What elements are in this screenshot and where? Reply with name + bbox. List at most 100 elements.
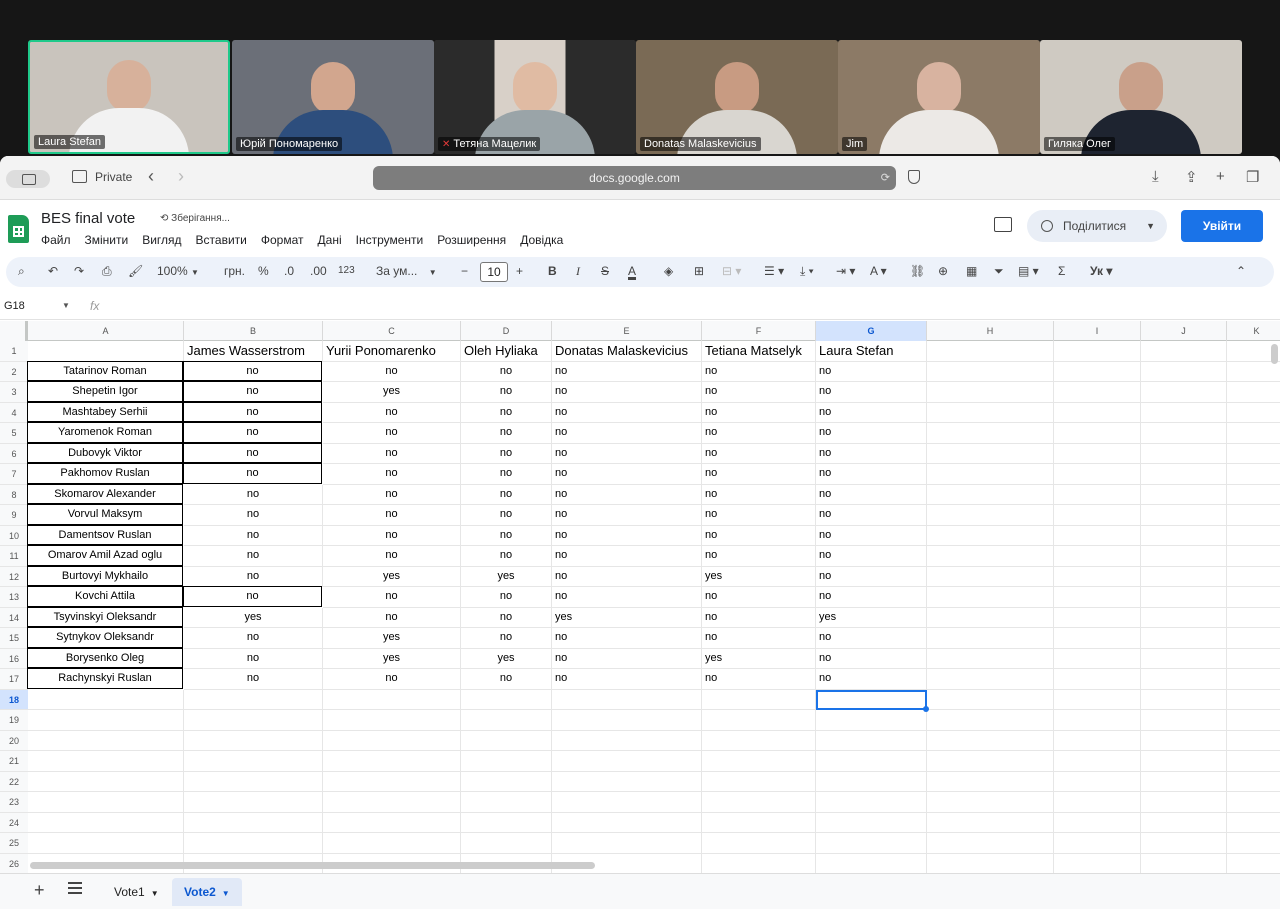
- grid-cell[interactable]: [1141, 443, 1227, 464]
- grid-cell[interactable]: [1141, 792, 1227, 813]
- row-header[interactable]: 14: [0, 607, 28, 628]
- grid-cell[interactable]: [184, 710, 323, 731]
- row-header[interactable]: 7: [0, 464, 28, 485]
- grid-cell[interactable]: [1141, 361, 1227, 382]
- vote-cell[interactable]: no: [702, 607, 816, 628]
- text-wrap-icon[interactable]: ⇥ ▾: [836, 264, 855, 278]
- vote-cell[interactable]: no: [461, 443, 552, 464]
- vote-cell[interactable]: no: [702, 443, 816, 464]
- new-tab-icon[interactable]: +: [1216, 168, 1225, 185]
- italic-icon[interactable]: I: [576, 264, 580, 279]
- grid-cell[interactable]: [702, 792, 816, 813]
- grid-cell[interactable]: [461, 792, 552, 813]
- grid-cell[interactable]: [927, 443, 1054, 464]
- grid-cell[interactable]: [927, 505, 1054, 526]
- grid-cell[interactable]: [1227, 526, 1280, 546]
- grid-cell[interactable]: [552, 812, 702, 833]
- doc-title[interactable]: BES final vote: [41, 210, 135, 227]
- vote-cell[interactable]: no: [702, 587, 816, 608]
- print-icon[interactable]: ⎙: [102, 264, 112, 279]
- vote-cell[interactable]: no: [816, 505, 927, 526]
- grid-cell[interactable]: [1054, 648, 1141, 669]
- vote-cell[interactable]: no: [183, 463, 322, 484]
- grid-cell[interactable]: [1054, 792, 1141, 813]
- grid-cell[interactable]: [927, 730, 1054, 751]
- grid-cell[interactable]: [816, 689, 927, 710]
- select-all-corner[interactable]: [0, 321, 28, 341]
- vote-cell[interactable]: no: [816, 669, 927, 690]
- vote-cell[interactable]: no: [323, 464, 461, 485]
- grid-cell[interactable]: [1054, 382, 1141, 403]
- horizontal-scrollbar[interactable]: [30, 862, 595, 869]
- vote-cell[interactable]: no: [323, 443, 461, 464]
- input-tools-icon[interactable]: Ук ▾: [1090, 264, 1112, 278]
- vote-cell[interactable]: no: [816, 628, 927, 649]
- vote-cell[interactable]: no: [184, 525, 323, 546]
- chevron-down-icon[interactable]: ▼: [62, 301, 70, 310]
- grid-cell[interactable]: [927, 382, 1054, 403]
- candidate-name-cell[interactable]: Yaromenok Roman: [27, 422, 183, 443]
- row-header[interactable]: 8: [0, 484, 28, 505]
- vote-cell[interactable]: no: [184, 628, 323, 649]
- vote-cell[interactable]: no: [552, 505, 702, 526]
- vote-cell[interactable]: no: [183, 360, 322, 381]
- strikethrough-icon[interactable]: S: [601, 264, 609, 278]
- vote-cell[interactable]: no: [461, 361, 552, 382]
- row-header[interactable]: 3: [0, 382, 28, 403]
- vote-cell[interactable]: no: [552, 443, 702, 464]
- row-header[interactable]: 21: [0, 751, 28, 772]
- vote-cell[interactable]: no: [816, 587, 927, 608]
- vote-cell[interactable]: yes: [702, 648, 816, 669]
- candidate-name-cell[interactable]: Rachynskyi Ruslan: [27, 668, 183, 689]
- vote-cell[interactable]: no: [702, 402, 816, 423]
- currency-format-button[interactable]: грн.: [224, 264, 245, 278]
- grid-cell[interactable]: [461, 751, 552, 772]
- vote-cell[interactable]: yes: [323, 628, 461, 649]
- vote-cell[interactable]: no: [183, 586, 322, 607]
- grid-cell[interactable]: [1227, 669, 1280, 690]
- candidate-name-cell[interactable]: Damentsov Ruslan: [27, 524, 183, 545]
- grid-cell[interactable]: [1141, 587, 1227, 608]
- grid-cell[interactable]: [1141, 853, 1227, 873]
- grid-cell[interactable]: [461, 771, 552, 792]
- video-tile[interactable]: Гиляка Олег: [1040, 40, 1242, 154]
- candidate-name-cell[interactable]: Tsyvinskyi Oleksandr: [27, 606, 183, 627]
- row-header[interactable]: 4: [0, 402, 28, 423]
- grid-cell[interactable]: [552, 689, 702, 710]
- grid-cell[interactable]: [1054, 443, 1141, 464]
- text-color-icon[interactable]: A: [628, 264, 636, 278]
- vote-cell[interactable]: no: [816, 443, 927, 464]
- grid-cell[interactable]: [1054, 669, 1141, 690]
- vote-cell[interactable]: no: [323, 587, 461, 608]
- column-header[interactable]: I: [1054, 321, 1141, 341]
- row-header[interactable]: 15: [0, 628, 28, 649]
- column-title-cell[interactable]: James Wasserstrom: [184, 341, 323, 362]
- functions-icon[interactable]: Σ: [1058, 264, 1065, 278]
- vote-cell[interactable]: no: [183, 422, 322, 443]
- all-sheets-icon[interactable]: [68, 882, 82, 894]
- vertical-align-icon[interactable]: ⤓ ▾: [800, 264, 814, 279]
- grid-cell[interactable]: [1227, 382, 1280, 403]
- grid-cell[interactable]: [702, 771, 816, 792]
- grid-cell[interactable]: [1141, 710, 1227, 731]
- grid-cell[interactable]: [184, 833, 323, 854]
- insert-comment-icon[interactable]: ⊕: [938, 264, 948, 278]
- grid-cell[interactable]: [1141, 648, 1227, 669]
- grid-cell[interactable]: [1141, 402, 1227, 423]
- grid-cell[interactable]: [1227, 751, 1280, 772]
- column-header[interactable]: K: [1227, 321, 1280, 341]
- privacy-shield-icon[interactable]: [908, 170, 920, 184]
- grid-cell[interactable]: [1141, 423, 1227, 444]
- vote-cell[interactable]: no: [323, 423, 461, 444]
- grid-cell[interactable]: [1054, 464, 1141, 485]
- font-size-decrease-icon[interactable]: −: [461, 264, 468, 278]
- vote-cell[interactable]: yes: [461, 566, 552, 587]
- grid-cell[interactable]: [1054, 607, 1141, 628]
- grid-cell[interactable]: [927, 587, 1054, 608]
- filter-icon[interactable]: ⏷: [994, 264, 1004, 279]
- grid-cell[interactable]: [1227, 649, 1280, 669]
- vote-cell[interactable]: no: [323, 505, 461, 526]
- grid-cell[interactable]: [927, 812, 1054, 833]
- grid-cell[interactable]: [1054, 484, 1141, 505]
- filter-views-icon[interactable]: ▤ ▾: [1018, 264, 1039, 278]
